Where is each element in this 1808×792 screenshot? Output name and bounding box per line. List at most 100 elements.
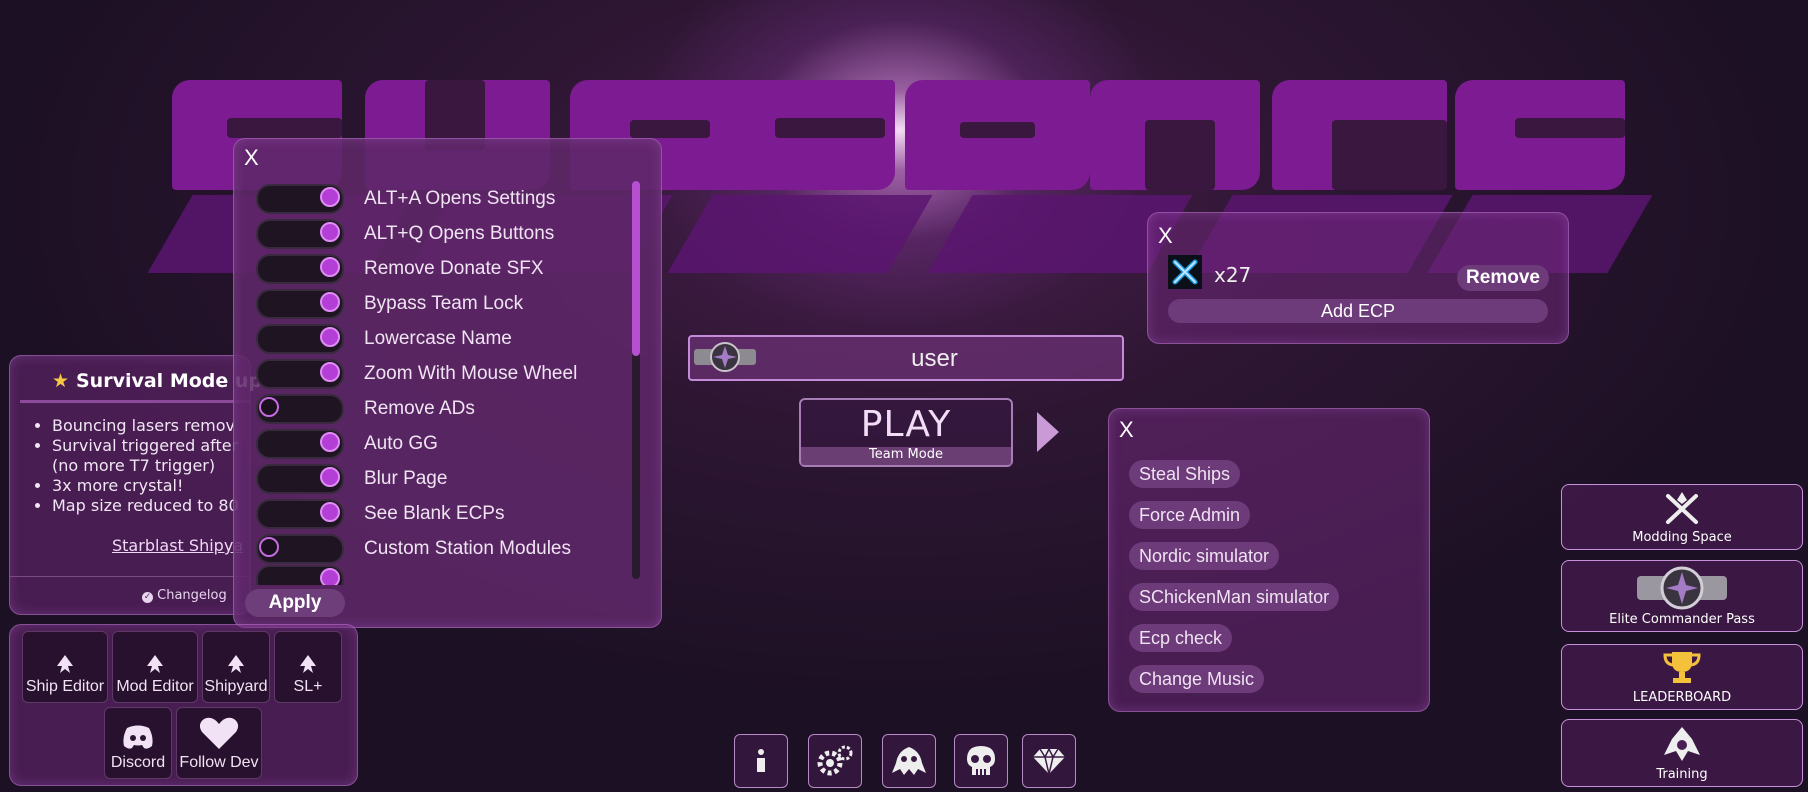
remove-ecp-button[interactable]: Remove — [1457, 265, 1549, 291]
ecp-check-button[interactable]: Ecp check — [1129, 624, 1233, 652]
toggle-knob — [320, 257, 340, 277]
setting-label: Blur Page — [364, 468, 448, 489]
toggle-remove-donate-sfx[interactable] — [256, 254, 344, 284]
toggle-remove-ads[interactable] — [256, 394, 344, 424]
toggle-lowercase-name[interactable] — [256, 324, 344, 354]
toggle-bypass-team-lock[interactable] — [256, 289, 344, 319]
setting-row-auto-gg: Auto GG — [256, 429, 438, 459]
setting-row-remove-donate-sfx: Remove Donate SFX — [256, 254, 544, 284]
setting-label: See Blank ECPs — [364, 503, 505, 524]
force-admin-button[interactable]: Force Admin — [1129, 501, 1251, 529]
ecp-count: x27 — [1214, 263, 1252, 287]
next-mode-arrow-icon[interactable] — [1037, 412, 1059, 452]
info-icon — [757, 749, 765, 772]
setting-row-see-blank-ecps: See Blank ECPs — [256, 499, 504, 529]
settings-close-button[interactable]: X — [244, 145, 259, 171]
heart-icon — [199, 717, 239, 749]
skull-button[interactable] — [954, 734, 1008, 788]
ship-editor-button[interactable]: Ship Editor — [22, 631, 108, 703]
training-button[interactable]: Training — [1561, 719, 1803, 787]
setting-label: Remove Donate SFX — [364, 258, 544, 279]
diamond-icon — [1033, 747, 1065, 775]
toggle-alt-a-opens-settings[interactable] — [256, 184, 344, 214]
toggle-knob — [320, 362, 340, 382]
changelog-button[interactable]: ✓ Changelog — [142, 588, 227, 603]
ship-icon — [147, 655, 163, 673]
toggle-knob — [320, 502, 340, 522]
ships-button[interactable] — [882, 734, 936, 788]
toggle-knob — [320, 327, 340, 347]
nordic-simulator-button[interactable]: Nordic simulator — [1129, 542, 1280, 570]
settings-scrollbar[interactable] — [632, 181, 640, 579]
news-panel: ★ Survival Mode up Bouncing lasers remov… — [9, 355, 262, 615]
actions-close-button[interactable]: X — [1119, 417, 1134, 443]
settings-row-partial — [256, 565, 344, 585]
toggle-custom-station-modules[interactable] — [256, 534, 344, 564]
toggle-knob — [320, 187, 340, 207]
tools-panel: Ship Editor Mod Editor Shipyard SL+ Disc… — [9, 624, 358, 786]
add-ecp-button[interactable]: Add ECP — [1168, 299, 1548, 323]
setting-row-blur-page: Blur Page — [256, 464, 447, 494]
gems-button[interactable] — [1022, 734, 1076, 788]
setting-label: Zoom With Mouse Wheel — [364, 363, 578, 384]
discord-button[interactable]: Discord — [104, 707, 172, 779]
ship-icon — [228, 655, 244, 673]
toggle-knob — [320, 467, 340, 487]
schickenman-simulator-button[interactable]: SChickenMan simulator — [1129, 583, 1340, 611]
shipyard-button[interactable]: Shipyard — [202, 631, 270, 703]
news-separator — [10, 576, 250, 577]
discord-icon — [123, 725, 153, 749]
toggle-knob — [259, 537, 279, 557]
info-button[interactable] — [734, 734, 788, 788]
game-mode-label[interactable]: Team Mode — [801, 447, 1011, 465]
settings-panel: X ALT+A Opens Settings ALT+Q Opens Button… — [233, 138, 662, 628]
star-icon: ★ — [52, 370, 70, 392]
ecp-close-button[interactable]: X — [1158, 223, 1173, 249]
setting-label: Auto GG — [364, 433, 438, 454]
gear-icon — [817, 745, 853, 776]
skull-icon — [967, 746, 995, 775]
username-input[interactable] — [760, 337, 1109, 381]
shipyard-link[interactable]: Starblast Shipya — [112, 536, 243, 555]
setting-label: Remove ADs — [364, 398, 475, 419]
setting-row-alt-q-opens-buttons: ALT+Q Opens Buttons — [256, 219, 554, 249]
leaderboard-button[interactable]: LEADERBOARD — [1561, 644, 1803, 710]
setting-row-remove-ads: Remove ADs — [256, 394, 475, 424]
change-music-button[interactable]: Change Music — [1129, 665, 1265, 693]
toggle-auto-gg[interactable] — [256, 429, 344, 459]
setting-row-lowercase-name: Lowercase Name — [256, 324, 512, 354]
toggle-blur-page[interactable] — [256, 464, 344, 494]
setting-label: ALT+A Opens Settings — [364, 188, 556, 209]
toggle-see-blank-ecps[interactable] — [256, 499, 344, 529]
scrollbar-thumb[interactable] — [632, 181, 640, 356]
toggle-zoom-with-mouse-wheel[interactable] — [256, 359, 344, 389]
news-divider — [20, 400, 250, 403]
apply-button[interactable]: Apply — [245, 589, 345, 617]
ship-icon — [1664, 727, 1700, 761]
steal-ships-button[interactable]: Steal Ships — [1129, 460, 1241, 488]
play-label: PLAY — [860, 404, 952, 445]
play-button[interactable]: PLAY Team Mode — [799, 398, 1013, 467]
ship-icon — [57, 655, 73, 673]
settings-button[interactable] — [808, 734, 862, 788]
actions-panel: X Steal Ships Force Admin Nordic simulat… — [1108, 408, 1430, 712]
toggle-alt-q-opens-buttons[interactable] — [256, 219, 344, 249]
tools-icon — [1666, 492, 1698, 524]
elite-commander-pass-button[interactable]: Elite Commander Pass — [1561, 560, 1803, 632]
ecp-badge-icon — [694, 342, 756, 372]
setting-label: Custom Station Modules — [364, 538, 571, 559]
username-field[interactable] — [688, 335, 1124, 381]
setting-row-bypass-team-lock: Bypass Team Lock — [256, 289, 523, 319]
ecp-badge-icon — [1637, 566, 1727, 610]
toggle-knob — [320, 222, 340, 242]
modding-space-button[interactable]: Modding Space — [1561, 484, 1803, 550]
ecp-panel: X x27 Remove Add ECP — [1147, 212, 1569, 344]
toggle-knob — [320, 292, 340, 312]
follow-dev-button[interactable]: Follow Dev — [176, 707, 262, 779]
mod-editor-button[interactable]: Mod Editor — [112, 631, 198, 703]
alien-ship-icon — [892, 747, 926, 775]
sl-plus-button[interactable]: SL+ — [274, 631, 342, 703]
ship-icon — [300, 655, 316, 673]
setting-row-alt-a-opens-settings: ALT+A Opens Settings — [256, 184, 555, 214]
setting-label: ALT+Q Opens Buttons — [364, 223, 555, 244]
